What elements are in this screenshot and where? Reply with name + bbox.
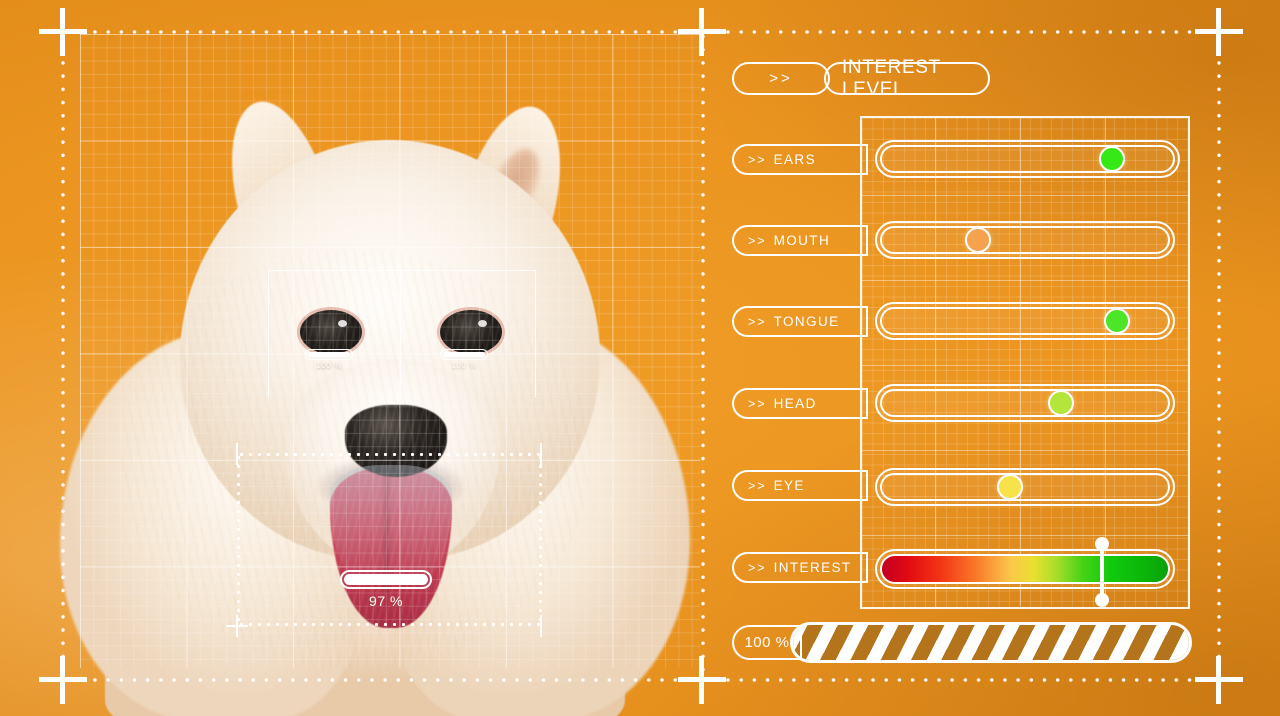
sidebar-item-head[interactable]: >> HEAD: [732, 388, 868, 419]
slider-tongue-knob[interactable]: [1103, 308, 1130, 334]
mouth-box-corner-tick-tl-v: [236, 443, 238, 465]
mouth-box-corner-tick-tr-v: [540, 443, 542, 465]
page-title: INTEREST LEVEL: [824, 57, 990, 100]
readouts-grid-panel: [860, 116, 1190, 609]
slider-eye-knob[interactable]: [997, 474, 1024, 500]
chevron-right-icon: >>: [748, 152, 767, 167]
slider-mouth[interactable]: [875, 221, 1175, 259]
sidebar-item-ears[interactable]: >> EARS: [732, 144, 868, 175]
eye-left-meter: [305, 349, 353, 360]
progress-percent-label: 100 %: [744, 634, 790, 651]
corner-marker-top-left: [39, 8, 87, 56]
interest-marker-dot-top[interactable]: [1094, 537, 1109, 551]
chevron-right-icon: >>: [748, 560, 767, 575]
sidebar-item-tongue[interactable]: >> TONGUE: [732, 306, 868, 337]
eye-right-meter: [440, 349, 488, 360]
slider-mouth-knob[interactable]: [964, 227, 991, 253]
chevron-right-icon: >>: [748, 396, 767, 411]
sidebar-item-label: MOUTH: [773, 233, 831, 248]
slider-ears-knob[interactable]: [1098, 146, 1125, 172]
progress-percent-badge: 100 %: [732, 625, 802, 660]
slider-ears[interactable]: [875, 140, 1180, 178]
corner-marker-bottom-left: [39, 656, 87, 704]
sidebar-item-eye[interactable]: >> EYE: [732, 470, 868, 501]
mouth-box-corner-tick-br-v: [540, 615, 542, 637]
mouth-detection-box: [237, 453, 542, 626]
slider-head-knob[interactable]: [1047, 390, 1074, 416]
hud-scene: 100 % 100 % 97 % >> INTEREST LEVEL >> EA…: [0, 0, 1280, 716]
chevron-right-icon: >>: [769, 70, 793, 87]
frame-line-left: [61, 30, 65, 680]
chevron-right-icon: >>: [748, 478, 767, 493]
slider-eye[interactable]: [875, 468, 1175, 506]
sidebar-item-label: EARS: [773, 152, 816, 167]
header-chevron-button[interactable]: >>: [732, 62, 830, 95]
interest-gradient-track: [882, 556, 1168, 582]
chevron-right-icon: >>: [748, 314, 767, 329]
mouth-box-corner-tick-bl-h: [226, 625, 248, 627]
slider-interest-gradient[interactable]: [875, 537, 1175, 607]
slider-tongue[interactable]: [875, 302, 1175, 340]
sidebar-item-label: INTEREST: [773, 560, 852, 575]
progress-bar[interactable]: [790, 622, 1192, 663]
sidebar-item-label: EYE: [773, 478, 805, 493]
mouth-meter: [340, 570, 432, 589]
sidebar-item-mouth[interactable]: >> MOUTH: [732, 225, 868, 256]
progress-bar-stripes: [793, 625, 1189, 660]
sidebar-item-label: HEAD: [773, 396, 817, 411]
interest-marker-dot-bottom[interactable]: [1094, 593, 1109, 607]
slider-head[interactable]: [875, 384, 1175, 422]
interest-hud-panel: >> INTEREST LEVEL >> EARS >> MOUTH >> TO…: [700, 0, 1280, 716]
page-title-text: INTEREST LEVEL: [842, 56, 941, 100]
eye-detection-box: [268, 270, 536, 397]
sidebar-item-label: TONGUE: [773, 314, 840, 329]
eye-box-divider: [400, 270, 401, 396]
sidebar-item-interest[interactable]: >> INTEREST: [732, 552, 868, 583]
chevron-right-icon: >>: [748, 233, 767, 248]
subject-photo-pane: 100 % 100 % 97 %: [0, 0, 700, 716]
